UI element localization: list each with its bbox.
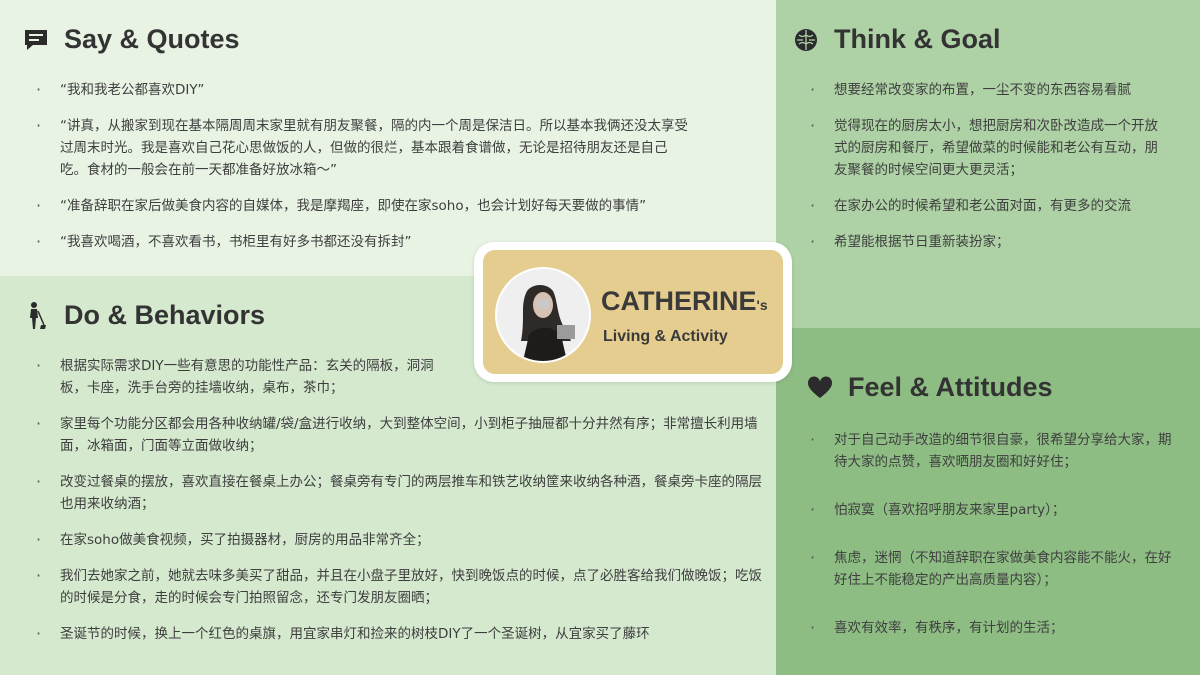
brain-icon [792,26,820,54]
say-quotes-section: Say & Quotes “我和我老公都喜欢DIY” “讲真，从搬家到现在基本隔… [0,0,776,276]
say-quotes-title: Say & Quotes [64,24,240,54]
feel-attitudes-list: 对于自己动手改造的细节很自豪，很希望分享给大家，期待大家的点赞，喜欢晒朋友圈和好… [810,429,1174,639]
feel-attitudes-section: Feel & Attitudes 对于自己动手改造的细节很自豪，很希望分享给大家… [776,328,1200,675]
think-goal-section: Think & Goal 想要经常改变家的布置，一尘不变的东西容易看腻 觉得现在… [776,0,1200,328]
persona-subtitle: Living & Activity [603,328,728,345]
list-item: 圣诞节的时候，换上一个红色的桌旗，用宜家串灯和捡来的树枝DIY了一个圣诞树，从宜… [36,623,766,645]
list-item: “准备辞职在家后做美食内容的自媒体，我是摩羯座，即使在家soho，也会计划好每天… [36,195,726,217]
list-item: “讲真，从搬家到现在基本隔周周末家里就有朋友聚餐，隔的内一个周是保洁日。所以基本… [36,115,690,181]
person-cleaning-icon [22,301,50,330]
list-item: 对于自己动手改造的细节很自豪，很希望分享给大家，期待大家的点赞，喜欢晒朋友圈和好… [810,429,1174,473]
list-item: 想要经常改变家的布置，一尘不变的东西容易看腻 [810,79,1170,101]
list-item: 根据实际需求DIY一些有意思的功能性产品：玄关的隔板，洞洞板，卡座，洗手台旁的挂… [36,355,450,399]
feel-attitudes-heading: Feel & Attitudes [806,372,1053,403]
persona-card: CATHERINE's Living & Activity [474,242,792,382]
list-item: 在家soho做美食视频，买了拍摄器材，厨房的用品非常齐全； [36,529,766,551]
list-item: “我和我老公都喜欢DIY” [36,79,726,101]
persona-card-inner: CATHERINE's Living & Activity [483,250,783,374]
list-item: 希望能根据节日重新装扮家； [810,231,1170,253]
persona-name-suffix: 's [756,297,768,313]
do-behaviors-list: 根据实际需求DIY一些有意思的功能性产品：玄关的隔板，洞洞板，卡座，洗手台旁的挂… [36,355,766,645]
say-quotes-heading: Say & Quotes [22,24,240,55]
list-item: 改变过餐桌的摆放，喜欢直接在餐桌上办公；餐桌旁有专门的两层推车和铁艺收纳筐来收纳… [36,471,766,515]
list-item: 我们去她家之前，她就去味多美买了甜品，并且在小盘子里放好，快到晚饭点的时候，点了… [36,565,766,609]
persona-name: CATHERINE's [601,286,768,317]
list-item: 喜欢有效率，有秩序，有计划的生活； [810,617,1174,639]
say-quotes-list: “我和我老公都喜欢DIY” “讲真，从搬家到现在基本隔周周末家里就有朋友聚餐，隔… [36,79,726,253]
list-item: 怕寂寞（喜欢招呼朋友来家里party）； [810,499,1174,521]
think-goal-title: Think & Goal [834,24,1001,54]
speech-bubble-icon [22,26,50,54]
think-goal-heading: Think & Goal [792,24,1001,55]
list-item: 焦虑，迷惘（不知道辞职在家做美食内容能不能火，在好好住上不能稳定的产出高质量内容… [810,547,1174,591]
think-goal-list: 想要经常改变家的布置，一尘不变的东西容易看腻 觉得现在的厨房太小，想把厨房和次卧… [810,79,1170,253]
persona-name-text: CATHERINE [601,286,757,316]
list-item: 在家办公的时候希望和老公面对面，有更多的交流 [810,195,1170,217]
heart-icon [806,374,834,402]
do-behaviors-title: Do & Behaviors [64,300,266,330]
do-behaviors-heading: Do & Behaviors [22,300,265,331]
list-item: 觉得现在的厨房太小，想把厨房和次卧改造成一个开放式的厨房和餐厅，希望做菜的时候能… [810,115,1170,181]
list-item: 家里每个功能分区都会用各种收纳罐/袋/盒进行收纳，大到整体空间，小到柜子抽屉都十… [36,413,766,457]
feel-attitudes-title: Feel & Attitudes [848,372,1053,402]
avatar [495,267,591,363]
